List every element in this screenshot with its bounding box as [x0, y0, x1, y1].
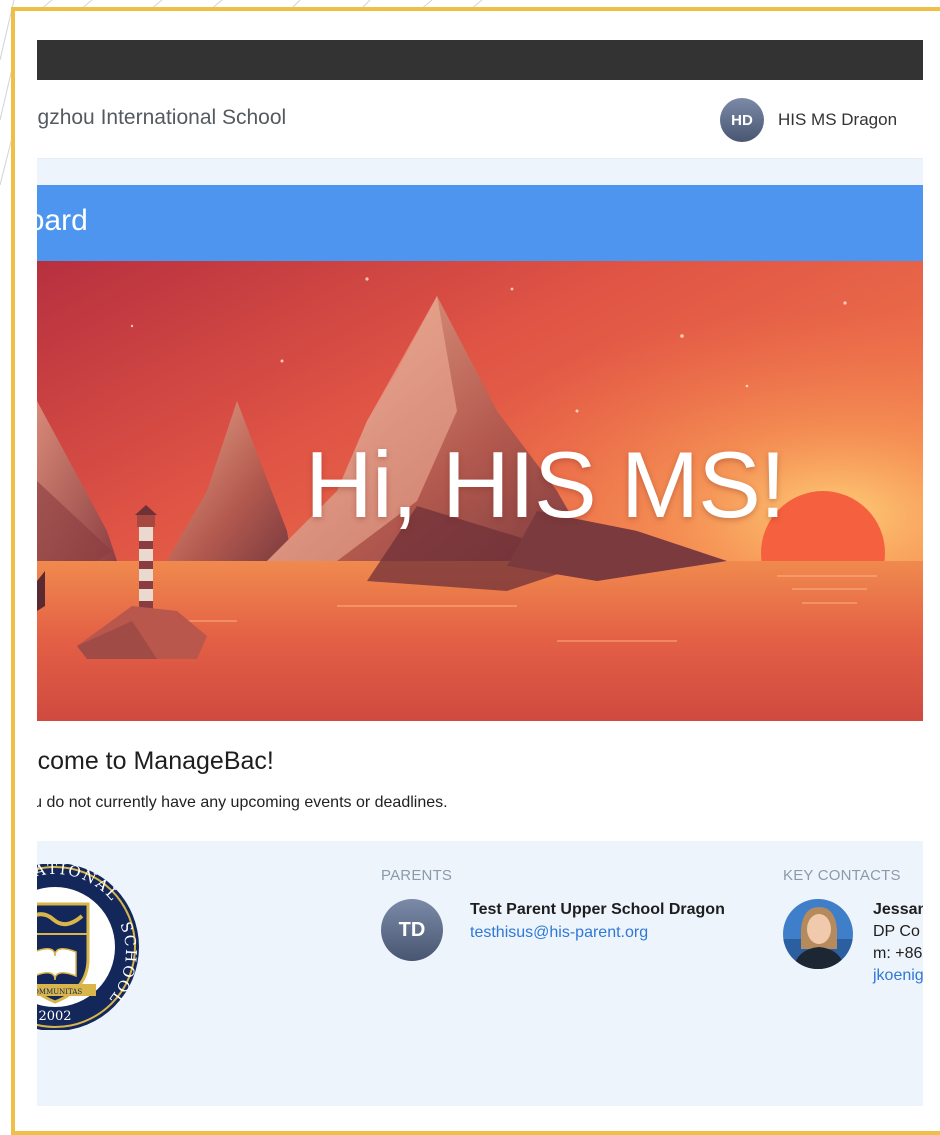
info-panel: INTERNATIONAL SCHOOL COMMUNITAS 2002 PAR… — [37, 841, 923, 1076]
user-avatar[interactable]: HD — [720, 98, 764, 142]
user-menu[interactable]: HD HIS MS Dragon — [720, 98, 897, 142]
welcome-section: Welcome to ManageBac! You do not current… — [37, 721, 923, 841]
key-contacts-label: KEY CONTACTS — [783, 867, 901, 884]
contact-email-link[interactable]: jkoenig — [873, 965, 923, 987]
contact-info: Jessan DP Co m: +86 jkoenig — [873, 899, 923, 987]
school-name[interactable]: Hangzhou International School — [37, 106, 286, 130]
top-bar — [37, 40, 923, 80]
parent-email-link[interactable]: testhisus@his-parent.org — [470, 921, 730, 945]
page-header: Dashboard — [37, 185, 923, 261]
parent-name: Test Parent Upper School Dragon — [470, 901, 725, 918]
seal-banner: COMMUNITAS — [37, 988, 82, 996]
school-seal-logo: INTERNATIONAL SCHOOL COMMUNITAS 2002 — [37, 864, 139, 1030]
parent-avatar: TD — [381, 899, 443, 961]
parents-label: PARENTS — [381, 867, 453, 884]
welcome-subtitle: You do not currently have any upcoming e… — [37, 794, 448, 811]
page-title: Dashboard — [37, 204, 88, 237]
contact-phone: m: +86 — [873, 945, 923, 962]
parent-card: TD Test Parent Upper School Dragon testh… — [381, 899, 730, 961]
contact-photo — [783, 899, 853, 969]
welcome-title: Welcome to ManageBac! — [37, 747, 274, 775]
contact-role: DP Co — [873, 923, 920, 940]
user-name[interactable]: HIS MS Dragon — [778, 110, 897, 130]
hero-greeting: Hi, HIS MS! — [305, 432, 786, 537]
browser-viewport: Hangzhou International School HD HIS MS … — [37, 40, 923, 1106]
key-contact-card: Jessan DP Co m: +86 jkoenig — [783, 899, 923, 987]
seal-year: 2002 — [38, 1009, 71, 1024]
user-initials: HD — [731, 111, 753, 129]
hero-banner: Hi, HIS MS! — [37, 261, 923, 721]
navbar: Hangzhou International School HD HIS MS … — [37, 80, 923, 159]
parent-info: Test Parent Upper School Dragon testhisu… — [470, 899, 730, 961]
contact-name: Jessan — [873, 901, 923, 918]
parent-initials: TD — [398, 918, 426, 941]
